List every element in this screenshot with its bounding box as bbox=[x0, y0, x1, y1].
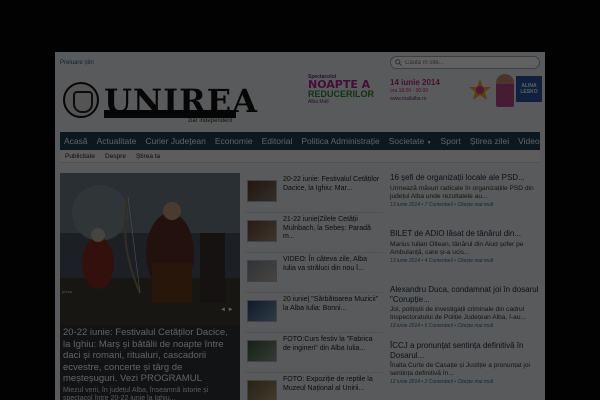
search-input[interactable] bbox=[405, 59, 525, 66]
news-item: 16 șefi de organizații locale ale PSD...… bbox=[390, 173, 542, 229]
list-item[interactable]: FOTO:Curs festiv la "Fabrica de ingineri… bbox=[245, 333, 383, 373]
star-icon bbox=[469, 79, 491, 100]
featured-title[interactable]: 20-22 iunie: Festivalul Cetăților Dacice… bbox=[63, 327, 237, 385]
list-item[interactable]: 20-22 iunie: Festivalul Cetăților Dacice… bbox=[245, 173, 383, 213]
list-item-title: 21-22 iunie|Zilele Cetății Mulnbach, la … bbox=[283, 216, 371, 241]
subnav-item-publicitate[interactable]: Publicitate bbox=[65, 153, 95, 160]
nav-item-video[interactable]: Video bbox=[518, 136, 540, 146]
thumbnail-image bbox=[247, 380, 277, 400]
subnav-item-despre[interactable]: Despre bbox=[105, 153, 126, 160]
read-more-link[interactable]: Citește mai mult bbox=[457, 323, 493, 329]
news-title[interactable]: ÎCCJ a pronunțat sentința definitivă în … bbox=[390, 341, 542, 360]
news-item: BILET de ADIO lăsat de tânărul din... Ma… bbox=[390, 229, 542, 285]
news-excerpt: Joi, polițiștii de investigații criminal… bbox=[390, 306, 526, 322]
ad-date: 14 iunie 2014 bbox=[390, 78, 440, 87]
slider-thumbnail-list: 20-22 iunie: Festivalul Cetăților Dacice… bbox=[245, 173, 383, 400]
list-item[interactable]: VIDEO: În câteva zile, Alba Iulia va str… bbox=[245, 253, 383, 293]
nav-item-societate[interactable]: Societate ▼ bbox=[389, 136, 432, 146]
slider-arrows-icon[interactable]: ◄ ► bbox=[220, 307, 234, 313]
news-meta: 12 iunie 2014 • 2 Comentarii • Citește m… bbox=[390, 379, 494, 386]
news-comments-link[interactable]: 7 Comentarii bbox=[425, 202, 453, 208]
read-more-link[interactable]: Citește mai mult bbox=[457, 258, 493, 264]
logo-emblem-icon bbox=[63, 82, 99, 118]
preluare-stiri-link[interactable]: Preluare știri bbox=[60, 60, 94, 66]
list-item-title: 20-22 iunie: Festivalul Cetăților Dacice… bbox=[283, 176, 380, 192]
news-item: ÎCCJ a pronunțat sentința definitivă în … bbox=[390, 341, 542, 397]
nav-item-sport[interactable]: Sport bbox=[441, 136, 461, 146]
logo-underline bbox=[104, 110, 236, 118]
featured-photo bbox=[60, 173, 240, 325]
read-more-link[interactable]: Citește mai mult bbox=[457, 379, 493, 385]
news-excerpt: Urmează măsuri radicale în organizațiile… bbox=[390, 184, 534, 200]
logo-tagline: ziar independent bbox=[188, 118, 233, 124]
news-meta: 13 iunie 2014 • 7 Comentarii • Citește m… bbox=[390, 201, 494, 208]
nav-item-economie[interactable]: Economie bbox=[215, 136, 253, 146]
list-item-title: FOTO: Expoziție de reptile la Muzeul Naț… bbox=[283, 376, 373, 392]
ad-url: www.mallalba.ro bbox=[390, 96, 427, 102]
news-item: Alexandru Duca, condamnat joi în dosarul… bbox=[390, 285, 542, 341]
news-meta: 13 iunie 2014 • 6 Comentarii • Citește m… bbox=[390, 323, 494, 330]
header-banner-ad[interactable]: Spectacolul NOAPTE A REDUCERILOR Alba Ma… bbox=[308, 74, 542, 107]
search-icon bbox=[395, 59, 402, 66]
featured-slider[interactable]: presa ◄ ► 20-22 iunie: Festivalul Cetăți… bbox=[60, 173, 240, 400]
chevron-down-icon: ▼ bbox=[426, 140, 432, 146]
ad-time: ora 18:00 - 00:00 bbox=[390, 88, 429, 94]
news-title[interactable]: Alexandru Duca, condamnat joi în dosarul… bbox=[390, 285, 542, 304]
ad-line2: REDUCERILOR bbox=[308, 89, 375, 99]
latest-news-list: 16 șefi de organizații locale ale PSD...… bbox=[390, 173, 542, 397]
ad-mall: Alba Mall bbox=[308, 99, 329, 105]
search-box[interactable] bbox=[390, 56, 540, 69]
nav-item-acasa[interactable]: Acasă bbox=[64, 136, 88, 146]
nav-item-politica-administratie[interactable]: Politica Administrație bbox=[301, 136, 379, 146]
thumbnail-image bbox=[247, 300, 277, 322]
news-date: 13 iunie 2014 bbox=[390, 201, 421, 208]
list-item-title: 20 iunie| "Sărbătoarea Muzicii" la Alba … bbox=[283, 296, 379, 312]
news-excerpt: Marius Iulian Oltean, tânărul din Aiud ș… bbox=[390, 240, 524, 256]
nav-item-curier-judetean[interactable]: Curier Județean bbox=[145, 136, 205, 146]
featured-caption: 20-22 iunie: Festivalul Cetăților Dacice… bbox=[60, 325, 240, 400]
main-nav: Acasă Actualitate Curier Județean Econom… bbox=[60, 132, 540, 150]
secondary-nav: Publicitate Despre Știrea ta bbox=[60, 151, 540, 163]
ad-title-block: Spectacolul NOAPTE A REDUCERILOR Alba Ma… bbox=[308, 74, 374, 107]
news-title[interactable]: BILET de ADIO lăsat de tânărul din... bbox=[390, 229, 542, 239]
list-item[interactable]: 21-22 iunie|Zilele Cetății Mulnbach, la … bbox=[245, 213, 383, 253]
news-date: 13 iunie 2014 bbox=[390, 257, 421, 264]
read-more-link[interactable]: Citește mai mult bbox=[457, 202, 493, 208]
list-item-title: VIDEO: În câteva zile, Alba Iulia va str… bbox=[283, 256, 368, 272]
thumbnail-image bbox=[247, 220, 277, 242]
news-date: 13 iunie 2014 bbox=[390, 323, 421, 330]
subnav-item-stirea-ta[interactable]: Știrea ta bbox=[136, 153, 160, 160]
photo-credit: presa bbox=[62, 289, 73, 294]
news-excerpt: Înalta Curte de Casație și Justiție a pr… bbox=[390, 362, 531, 378]
featured-excerpt: Miezul verii, în județul Alba, înseamnă … bbox=[63, 386, 209, 400]
thumbnail-image bbox=[247, 260, 277, 282]
list-item-title: FOTO:Curs festiv la "Fabrica de ingineri… bbox=[283, 336, 373, 352]
news-comments-link[interactable]: 2 Comentarii bbox=[425, 379, 453, 385]
site-logo[interactable]: UNIREA ziar independent bbox=[60, 80, 257, 124]
ad-artist-label: ALINA LESKO bbox=[516, 76, 542, 102]
nav-item-stirea-zilei[interactable]: Știrea zilei bbox=[470, 136, 509, 146]
news-date: 12 iunie 2014 bbox=[390, 379, 421, 386]
news-comments-link[interactable]: 4 Comentarii bbox=[425, 258, 453, 264]
news-meta: 13 iunie 2014 • 4 Comentarii • Citește m… bbox=[390, 257, 494, 264]
list-item[interactable]: FOTO: Expoziție de reptile la Muzeul Naț… bbox=[245, 373, 383, 400]
ad-person-image bbox=[496, 74, 514, 107]
news-comments-link[interactable]: 6 Comentarii bbox=[425, 323, 453, 329]
list-item[interactable]: 20 iunie| "Sărbătoarea Muzicii" la Alba … bbox=[245, 293, 383, 333]
thumbnail-image bbox=[247, 340, 277, 362]
nav-item-societate-label: Societate bbox=[388, 136, 425, 146]
nav-item-actualitate[interactable]: Actualitate bbox=[97, 136, 137, 146]
nav-item-editorial[interactable]: Editorial bbox=[262, 136, 293, 146]
news-title[interactable]: 16 șefi de organizații locale ale PSD... bbox=[390, 173, 542, 183]
site-page: Preluare știri UNIREA ziar independent S… bbox=[55, 52, 545, 400]
thumbnail-image bbox=[247, 180, 277, 202]
